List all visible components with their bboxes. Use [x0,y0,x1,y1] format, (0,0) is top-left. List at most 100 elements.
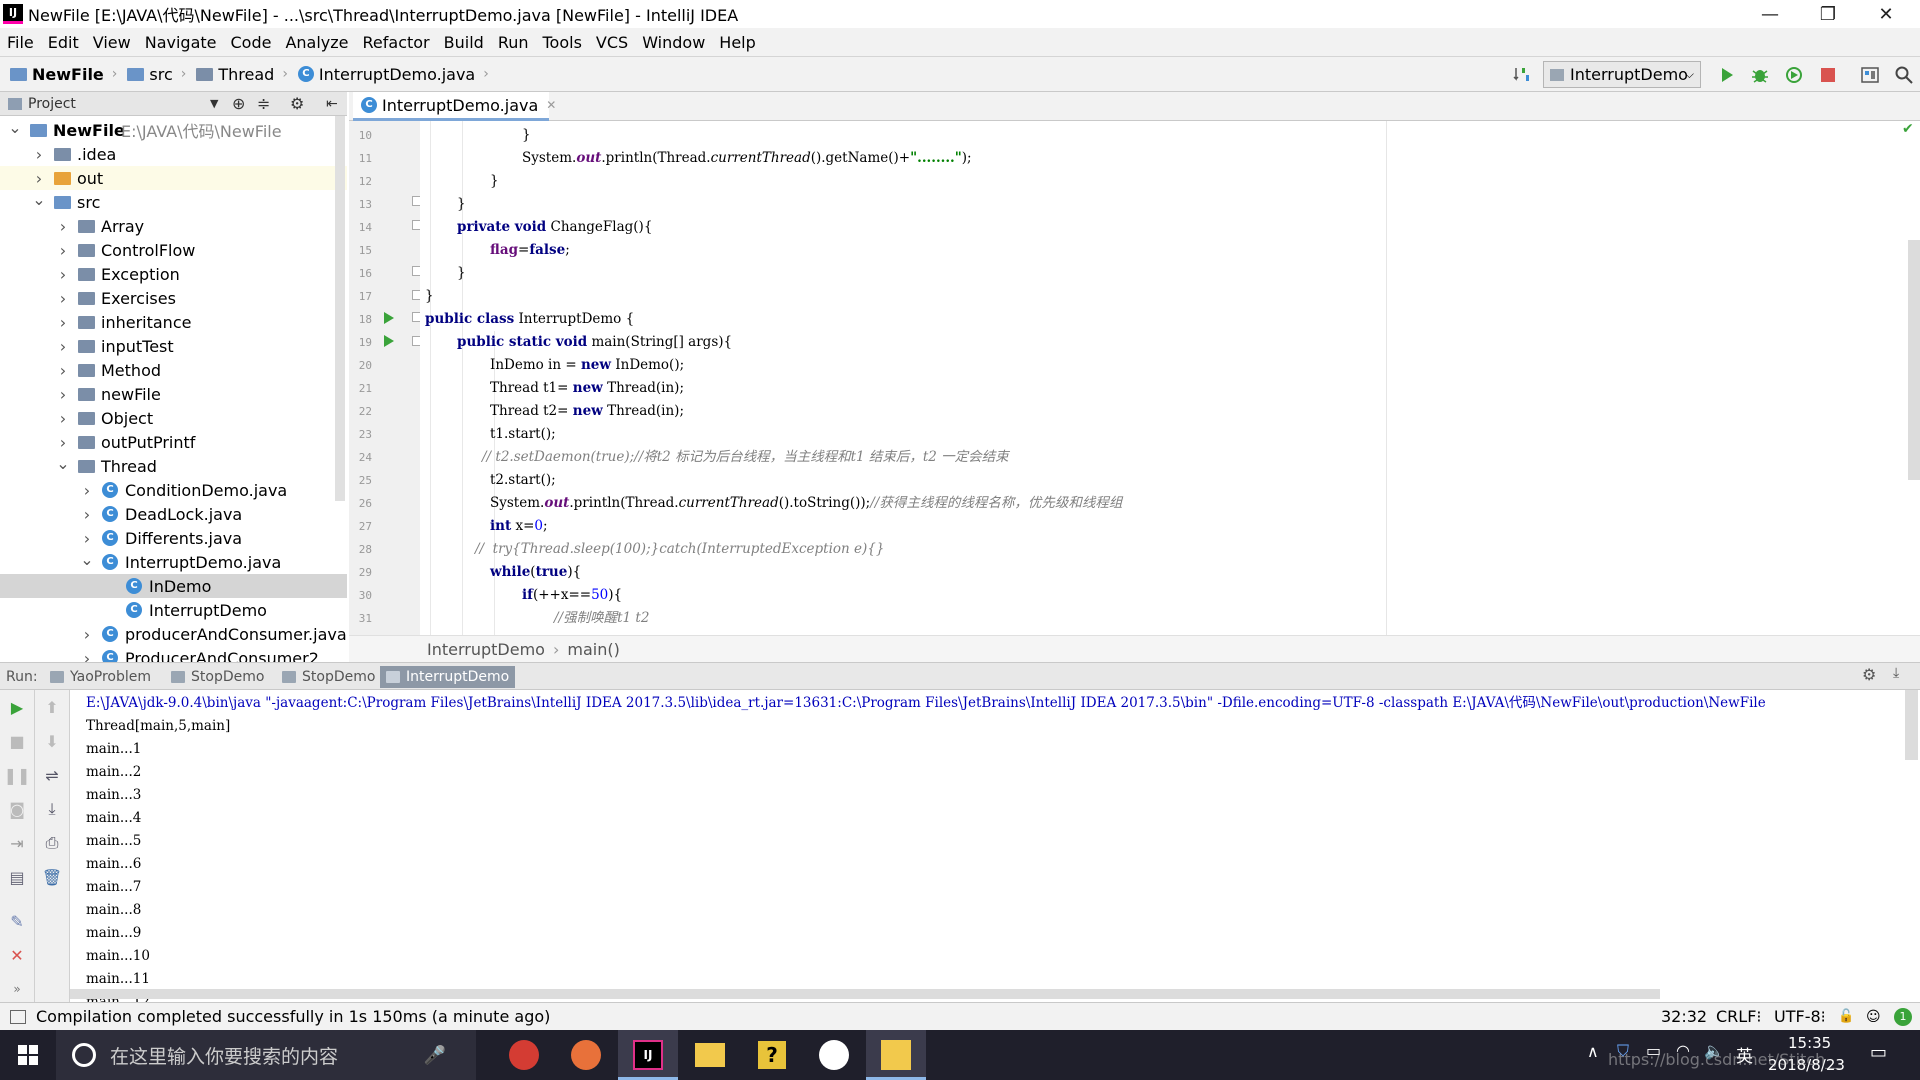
console-output[interactable]: E:\JAVA\jdk-9.0.4\bin\java "-javaagent:C… [70,690,1920,1002]
chevron-right-icon[interactable]: › [56,289,70,308]
rerun-icon[interactable]: ▶ [7,698,27,717]
soft-wrap-icon[interactable]: ⇌ [42,766,62,785]
breadcrumb-project[interactable]: NewFile › [10,65,117,84]
project-structure-icon[interactable] [1860,65,1880,85]
tree-item[interactable]: › C Differents.java [0,526,347,550]
menu-run[interactable]: Run [491,33,536,52]
scroll-to-end-icon[interactable]: ⤓ [42,799,62,818]
code-editor[interactable]: } System.out.println(Thread.currentThrea… [420,121,1920,635]
project-panel-title[interactable]: Project [28,96,76,112]
run-configuration-select[interactable]: InterruptDemo ⌵ [1543,61,1701,88]
search-icon[interactable] [1894,65,1914,85]
tree-item[interactable]: › ControlFlow [0,238,347,262]
run-gutter-icon[interactable] [383,311,395,325]
console-vertical-scrollbar[interactable] [1905,690,1918,760]
tree-item[interactable]: C InDemo [0,574,347,598]
breadcrumb-file[interactable]: C InterruptDemo.java › [297,65,489,84]
run-tab-stopdemo[interactable]: StopDemo [165,666,270,688]
chevron-right-icon[interactable]: › [80,529,94,548]
line-separator[interactable]: CRLF⁝ [1716,1007,1762,1026]
menu-window[interactable]: Window [635,33,712,52]
chevron-right-icon[interactable]: › [32,169,46,188]
tree-item[interactable]: › newFile [0,382,347,406]
project-scrollbar[interactable] [335,116,345,501]
more-icon[interactable]: » [7,980,27,998]
build-icon[interactable] [1512,65,1532,85]
trash-icon[interactable]: 🗑 [42,868,62,887]
chevron-right-icon[interactable]: › [80,481,94,500]
tree-item[interactable]: › C DeadLock.java [0,502,347,526]
menu-edit[interactable]: Edit [41,33,86,52]
layout-icon[interactable]: ▤ [7,868,27,887]
chevron-down-icon[interactable]: ⌄ [80,550,94,569]
chevron-right-icon[interactable]: › [56,385,70,404]
breadcrumb-src[interactable]: src › [127,65,186,84]
chevron-right-icon[interactable]: › [56,337,70,356]
console-horizontal-scrollbar[interactable] [70,989,1660,999]
lock-icon[interactable]: 🔓 [1838,1009,1854,1024]
taskbar-app-file-explorer[interactable] [680,1030,740,1080]
chevron-right-icon[interactable]: › [56,433,70,452]
chevron-down-icon[interactable]: ⌄ [8,118,22,137]
taskbar-app-browser[interactable] [556,1030,616,1080]
menu-tools[interactable]: Tools [536,33,589,52]
taskbar-app-help[interactable]: ? [742,1030,802,1080]
chevron-right-icon[interactable]: › [56,241,70,260]
chevron-down-icon[interactable]: ⌄ [56,454,70,473]
inspector-icon[interactable]: ☺ [1866,1009,1881,1025]
microphone-icon[interactable]: 🎤 [424,1045,446,1066]
menu-file[interactable]: File [0,33,41,52]
menu-view[interactable]: View [86,33,138,52]
collapse-all-icon[interactable]: ≑ [257,94,270,113]
menu-build[interactable]: Build [437,33,491,52]
tree-item[interactable]: › Exception [0,262,347,286]
pause-icon[interactable]: ❚❚ [4,766,31,785]
debug-icon[interactable] [1750,65,1770,85]
file-encoding[interactable]: UTF-8⁝ [1774,1007,1826,1026]
tree-item[interactable]: ⌄ src [0,190,347,214]
tree-item[interactable]: › CproducerAndConsumer.java [0,622,347,646]
notification-icon[interactable]: ▭ [1870,1042,1887,1063]
restore-button[interactable]: ❐ [1800,0,1856,28]
scroll-from-source-icon[interactable]: ⊕ [232,94,245,113]
taskbar-app-powerpoint[interactable] [866,1030,926,1080]
editor-scrollbar[interactable] [1908,240,1920,480]
chevron-right-icon[interactable]: › [56,265,70,284]
stop-icon[interactable] [1818,65,1838,85]
chevron-right-icon[interactable]: › [56,361,70,380]
stop-icon[interactable]: ■ [7,732,27,751]
tree-item[interactable]: › out [0,166,347,190]
menu-analyze[interactable]: Analyze [278,33,355,52]
chevron-right-icon[interactable]: › [80,625,94,644]
chevron-down-icon[interactable]: ▼ [210,97,218,110]
tree-item[interactable]: › Method [0,358,347,382]
tree-item[interactable]: › C ConditionDemo.java [0,478,347,502]
menu-refactor[interactable]: Refactor [356,33,437,52]
menu-navigate[interactable]: Navigate [138,33,224,52]
caret-position[interactable]: 32:32 [1661,1007,1707,1026]
tree-item[interactable]: › Object [0,406,347,430]
tree-item[interactable]: › outPutPrintf [0,430,347,454]
gear-icon[interactable]: ⚙ [290,94,304,113]
tree-item[interactable]: › inputTest [0,334,347,358]
chevron-right-icon[interactable]: › [32,145,46,164]
run-tab-yaoproblem[interactable]: YaoProblem [44,666,157,688]
dump-threads-icon[interactable]: ◙ [7,800,27,819]
coverage-icon[interactable] [1784,65,1804,85]
taskbar-search-box[interactable]: 在这里输入你要搜索的内容 🎤 [56,1030,476,1080]
menu-help[interactable]: Help [712,33,762,52]
chevron-right-icon[interactable]: › [80,649,94,663]
chevron-right-icon[interactable]: › [56,409,70,428]
close-tab-icon[interactable]: ✕ [546,98,556,112]
pin-icon[interactable]: ✎ [7,912,27,931]
tree-item[interactable]: › C ProducerAndConsumer2 [0,646,347,662]
chevron-right-icon[interactable]: › [56,313,70,332]
hide-panel-icon[interactable]: ⤓ [1893,665,1899,681]
taskbar-app-intellij[interactable]: IJ [618,1030,678,1080]
exit-icon[interactable]: ⇥ [7,834,27,853]
hide-panel-icon[interactable]: ⇤ [326,96,338,112]
tray-chevron-up-icon[interactable]: ∧ [1587,1042,1599,1061]
print-icon[interactable]: ⎙ [42,833,62,852]
run-tab-interruptdemo[interactable]: InterruptDemo [380,666,516,688]
tab-interruptdemo-java[interactable]: C InterruptDemo.java ✕ [353,92,556,121]
